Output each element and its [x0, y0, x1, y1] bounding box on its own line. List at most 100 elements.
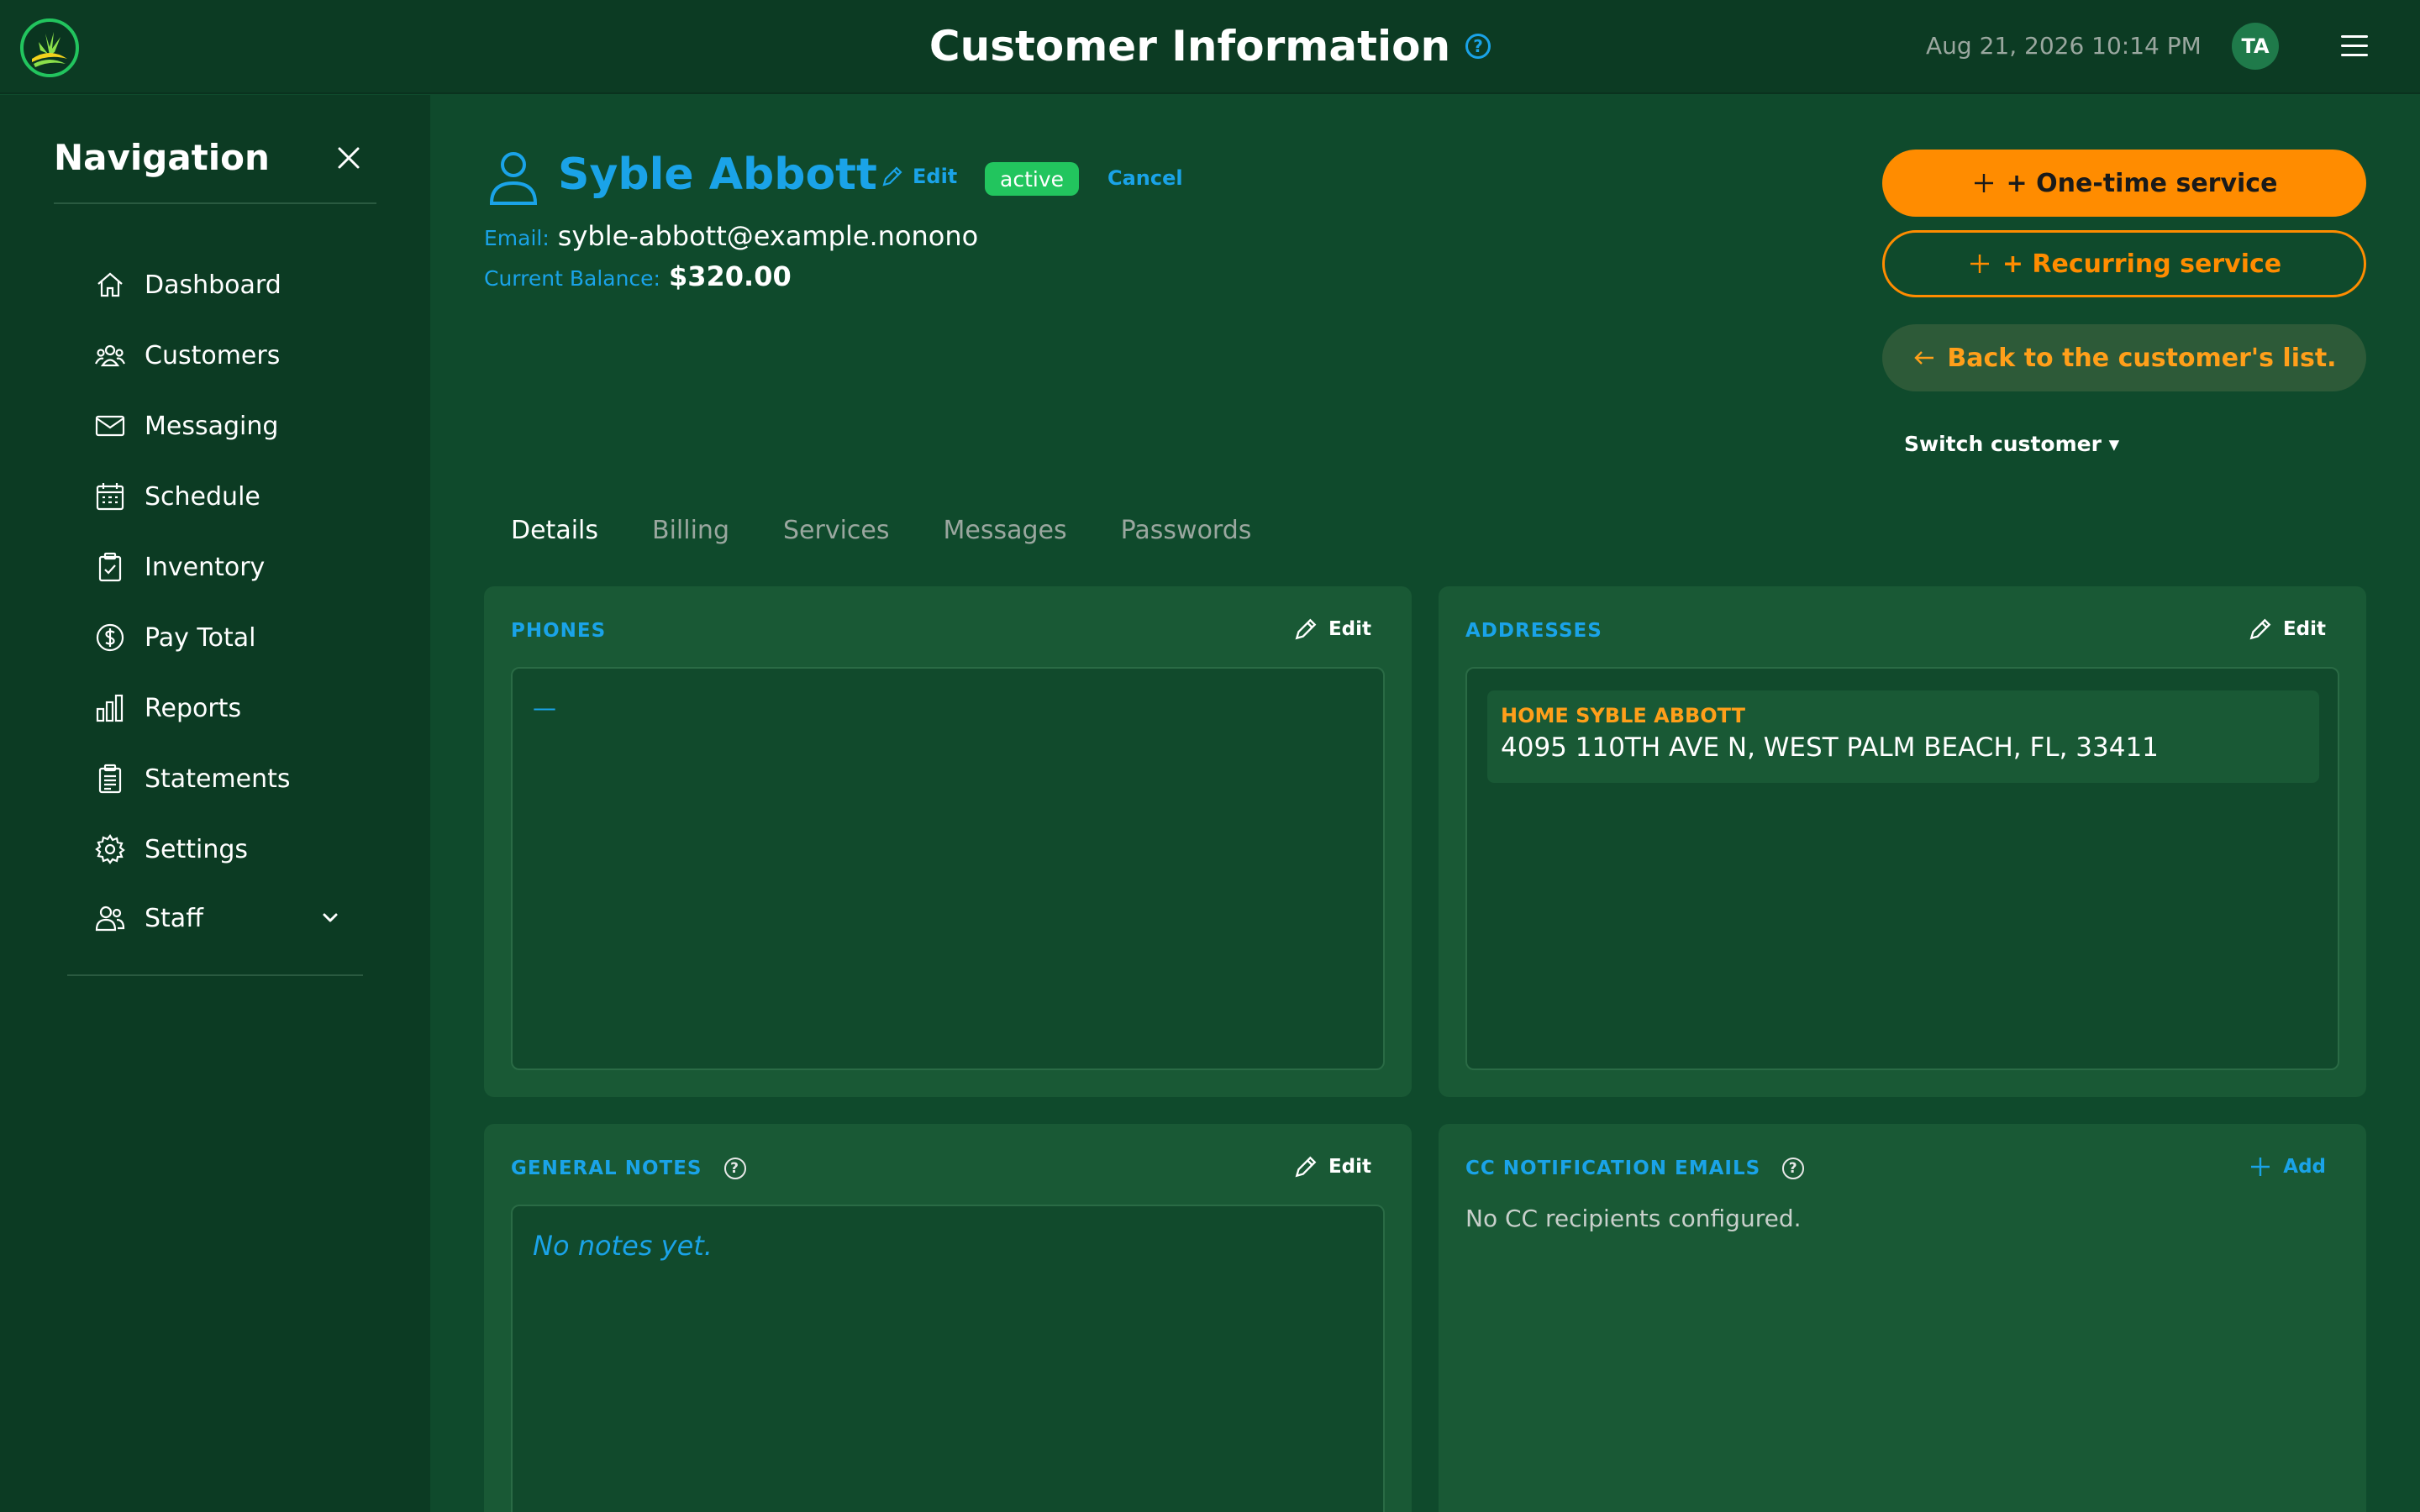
question-circle-icon[interactable]: ?	[723, 1158, 746, 1179]
sidebar-item-pay-total[interactable]: Pay Total	[94, 617, 255, 658]
sidebar-item-label: Inventory	[145, 552, 266, 582]
edit-label: Edit	[2282, 618, 2326, 640]
mail-icon	[95, 415, 125, 437]
addresses-list: HOME SYBLE ABBOTT 4095 110TH AVE N, WEST…	[1465, 667, 2339, 1070]
home-icon	[97, 272, 123, 297]
cancel-button[interactable]: Cancel	[1107, 166, 1183, 190]
sidebar-item-label: Statements	[145, 764, 291, 794]
sidebar-divider	[67, 974, 363, 976]
tab-services[interactable]: Services	[783, 516, 890, 545]
close-icon[interactable]	[334, 144, 363, 172]
phones-title: PHONES	[511, 620, 606, 642]
chevron-down-icon[interactable]	[319, 907, 341, 929]
edit-label: Edit	[1328, 1156, 1371, 1178]
edit-customer-button[interactable]: Edit	[881, 165, 957, 188]
email-value: syble-abbott@example.nonono	[557, 220, 979, 252]
sidebar: Navigation Dashboard Customers Messaging…	[0, 95, 430, 1512]
pencil-icon	[2249, 618, 2271, 640]
email-label: Email:	[484, 226, 550, 250]
question-circle-icon[interactable]: ?	[1782, 1158, 1805, 1179]
cc-emails-title: CC NOTIFICATION EMAILS ?	[1465, 1158, 1805, 1179]
user-avatar[interactable]: TA	[2232, 23, 2279, 70]
document-icon	[98, 764, 122, 794]
sidebar-item-label: Reports	[145, 693, 242, 723]
recurring-service-button[interactable]: + Recurring service	[1882, 230, 2366, 297]
general-notes-title: GENERAL NOTES ?	[511, 1158, 746, 1179]
sidebar-item-staff[interactable]: Staff	[94, 898, 203, 938]
sidebar-item-label: Customers	[145, 340, 281, 370]
sidebar-item-label: Dashboard	[145, 270, 281, 300]
tab-details[interactable]: Details	[511, 516, 598, 545]
question-circle-icon[interactable]: ?	[1465, 34, 1491, 59]
sidebar-item-schedule[interactable]: Schedule	[94, 476, 260, 517]
sidebar-item-label: Staff	[145, 903, 203, 933]
add-label: Add	[2283, 1156, 2326, 1178]
calendar-icon	[96, 483, 124, 511]
balance-label: Current Balance:	[484, 266, 660, 291]
sidebar-item-dashboard[interactable]: Dashboard	[94, 265, 281, 305]
tab-passwords[interactable]: Passwords	[1121, 516, 1252, 545]
hamburger-menu-icon[interactable]	[2341, 35, 2368, 57]
recurring-service-label: + Recurring service	[2002, 249, 2282, 279]
users-icon	[95, 344, 125, 367]
top-bar: Customer Information ? Aug 21, 2026 10:1…	[0, 0, 2420, 94]
edit-label: Edit	[1328, 618, 1371, 640]
back-to-list-button[interactable]: Back to the customer's list.	[1882, 324, 2366, 391]
customer-name: Syble Abbott	[558, 150, 877, 200]
balance-value: $320.00	[668, 260, 792, 292]
address-line: 4095 110TH AVE N, WEST PALM BEACH, FL, 3…	[1501, 732, 2159, 763]
tab-messages[interactable]: Messages	[944, 516, 1067, 545]
email-row: Email: syble-abbott@example.nonono	[484, 220, 978, 252]
cc-emails-card: CC NOTIFICATION EMAILS ? Add No CC recip…	[1439, 1124, 2366, 1512]
page-title-text: Customer Information	[929, 22, 1451, 71]
one-time-service-button[interactable]: + One-time service	[1882, 150, 2366, 217]
pencil-icon	[1295, 1156, 1317, 1178]
addresses-title: ADDRESSES	[1465, 620, 1602, 642]
balance-row: Current Balance: $320.00	[484, 260, 792, 292]
phones-list: —	[511, 667, 1385, 1070]
pencil-icon	[1295, 618, 1317, 640]
plus-icon	[1974, 174, 1993, 192]
sidebar-item-settings[interactable]: Settings	[94, 829, 248, 869]
addresses-card: ADDRESSES Edit HOME SYBLE ABBOTT 4095 11…	[1439, 586, 2366, 1097]
current-datetime: Aug 21, 2026 10:14 PM	[1926, 32, 2202, 60]
addresses-title-text: ADDRESSES	[1465, 620, 1602, 642]
edit-phones-button[interactable]: Edit	[1293, 617, 1371, 642]
bar-chart-icon	[96, 694, 124, 722]
edit-notes-button[interactable]: Edit	[1293, 1154, 1371, 1179]
sidebar-divider	[54, 202, 376, 204]
back-to-list-label: Back to the customer's list.	[1947, 343, 2337, 373]
tab-billing[interactable]: Billing	[652, 516, 729, 545]
one-time-service-label: + One-time service	[2006, 168, 2278, 198]
staff-icon	[95, 906, 125, 932]
sidebar-item-statements[interactable]: Statements	[94, 759, 291, 799]
pencil-icon	[882, 166, 902, 186]
add-cc-button[interactable]: Add	[2248, 1154, 2326, 1179]
arrow-left-icon	[1914, 351, 1934, 365]
phones-card: PHONES Edit —	[484, 586, 1412, 1097]
address-label: HOME SYBLE ABBOTT	[1501, 704, 1745, 727]
gear-icon	[95, 834, 125, 864]
address-item[interactable]: HOME SYBLE ABBOTT 4095 110TH AVE N, WEST…	[1487, 690, 2319, 783]
general-notes-card: GENERAL NOTES ? Edit No notes yet.	[484, 1124, 1412, 1512]
notes-box: No notes yet.	[511, 1205, 1385, 1512]
sidebar-item-inventory[interactable]: Inventory	[94, 547, 265, 587]
switch-customer-dropdown[interactable]: Switch customer ▾	[1904, 432, 2119, 456]
status-badge: active	[985, 162, 1079, 196]
cc-emails-title-text: CC NOTIFICATION EMAILS	[1465, 1158, 1761, 1179]
sidebar-title: Navigation	[54, 137, 270, 178]
sidebar-item-label: Schedule	[145, 481, 260, 512]
general-notes-title-text: GENERAL NOTES	[511, 1158, 702, 1179]
sidebar-item-messaging[interactable]: Messaging	[94, 406, 278, 446]
edit-addresses-button[interactable]: Edit	[2248, 617, 2326, 642]
dollar-circle-icon	[96, 623, 124, 652]
plus-icon	[1970, 255, 1989, 273]
notes-empty: No notes yet.	[533, 1230, 713, 1262]
sidebar-item-label: Pay Total	[145, 622, 256, 653]
clipboard-check-icon	[98, 552, 122, 582]
sidebar-item-customers[interactable]: Customers	[94, 335, 280, 375]
sidebar-item-reports[interactable]: Reports	[94, 688, 241, 728]
user-icon	[489, 152, 538, 205]
phones-empty: —	[533, 694, 556, 722]
sidebar-item-label: Settings	[145, 834, 249, 864]
